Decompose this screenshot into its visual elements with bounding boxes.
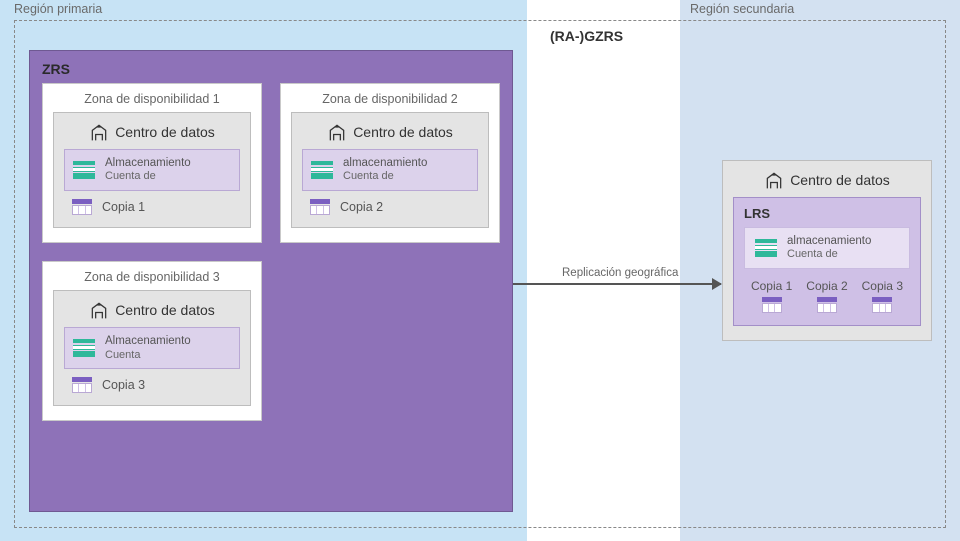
copy-icon xyxy=(72,199,92,215)
storage-text: Almacenamiento Cuenta de xyxy=(105,156,191,184)
copy-icon xyxy=(310,199,330,215)
datacenter-header: Centro de datos xyxy=(302,121,478,143)
availability-zone-3: Zona de disponibilidad 3 Centro de datos… xyxy=(42,261,262,421)
availability-zone-1: Zona de disponibilidad 1 Centro de datos… xyxy=(42,83,262,243)
datacenter-box: Centro de datos almacenamiento Cuenta de… xyxy=(291,112,489,228)
zone-title: Zona de disponibilidad 2 xyxy=(291,92,489,106)
lrs-container: LRS almacenamiento Cuenta de Copia 1 Cop… xyxy=(733,197,921,326)
copy-icon xyxy=(872,297,892,313)
storage-icon xyxy=(311,161,333,179)
storage-icon xyxy=(755,239,777,257)
datacenter-label: Centro de datos xyxy=(353,124,453,140)
copy-label: Copia 1 xyxy=(102,200,145,214)
copy-icon xyxy=(72,377,92,393)
storage-account-row: almacenamiento Cuenta de xyxy=(744,227,910,269)
storage-line2: Cuenta xyxy=(105,349,191,363)
datacenter-header: Centro de datos xyxy=(733,169,921,191)
lrs-copy-icons xyxy=(744,297,910,313)
datacenter-icon xyxy=(764,169,784,191)
primary-region-label: Región primaria xyxy=(14,2,102,16)
geo-replication-label: Replicación geográfica xyxy=(562,267,678,279)
storage-line1: almacenamiento xyxy=(343,157,427,169)
storage-line1: almacenamiento xyxy=(787,235,871,247)
copy-icon xyxy=(762,297,782,313)
datacenter-header: Centro de datos xyxy=(64,121,240,143)
datacenter-icon xyxy=(327,121,347,143)
copy-label: Copia 1 xyxy=(751,279,792,293)
zrs-container: ZRS Zona de disponibilidad 1 Centro de d… xyxy=(29,50,513,512)
lrs-copy-labels: Copia 1 Copia 2 Copia 3 xyxy=(744,279,910,293)
copy-label: Copia 3 xyxy=(862,279,903,293)
zone-title: Zona de disponibilidad 1 xyxy=(53,92,251,106)
secondary-region-label: Región secundaria xyxy=(690,2,794,16)
copy-row: Copia 2 xyxy=(302,199,478,215)
storage-text: Almacenamiento Cuenta xyxy=(105,334,191,362)
storage-line2: Cuenta de xyxy=(787,248,871,262)
datacenter-label: Centro de datos xyxy=(790,172,890,188)
geo-replication-arrow xyxy=(513,283,721,285)
storage-account-row: Almacenamiento Cuenta xyxy=(64,327,240,369)
copy-label: Copia 2 xyxy=(806,279,847,293)
datacenter-icon xyxy=(89,299,109,321)
copy-label: Copia 3 xyxy=(102,378,145,392)
secondary-datacenter-box: Centro de datos LRS almacenamiento Cuent… xyxy=(722,160,932,341)
copy-icon xyxy=(817,297,837,313)
storage-icon xyxy=(73,339,95,357)
zrs-label: ZRS xyxy=(42,61,500,77)
storage-account-row: almacenamiento Cuenta de xyxy=(302,149,478,191)
gzrs-label: (RA-)GZRS xyxy=(550,28,623,44)
storage-account-row: Almacenamiento Cuenta de xyxy=(64,149,240,191)
datacenter-label: Centro de datos xyxy=(115,124,215,140)
storage-icon xyxy=(73,161,95,179)
copy-label: Copia 2 xyxy=(340,200,383,214)
storage-line2: Cuenta de xyxy=(105,170,191,184)
datacenter-icon xyxy=(89,121,109,143)
datacenter-header: Centro de datos xyxy=(64,299,240,321)
storage-text: almacenamiento Cuenta de xyxy=(343,156,427,184)
lrs-label: LRS xyxy=(744,206,910,221)
availability-zone-2: Zona de disponibilidad 2 Centro de datos… xyxy=(280,83,500,243)
copy-row: Copia 1 xyxy=(64,199,240,215)
storage-line1: Almacenamiento xyxy=(105,335,191,347)
zone-title: Zona de disponibilidad 3 xyxy=(53,270,251,284)
datacenter-box: Centro de datos Almacenamiento Cuenta Co… xyxy=(53,290,251,406)
copy-row: Copia 3 xyxy=(64,377,240,393)
datacenter-box: Centro de datos Almacenamiento Cuenta de… xyxy=(53,112,251,228)
storage-line2: Cuenta de xyxy=(343,170,427,184)
storage-text: almacenamiento Cuenta de xyxy=(787,234,871,262)
datacenter-label: Centro de datos xyxy=(115,302,215,318)
storage-line1: Almacenamiento xyxy=(105,157,191,169)
zones-row: Zona de disponibilidad 1 Centro de datos… xyxy=(42,83,500,421)
